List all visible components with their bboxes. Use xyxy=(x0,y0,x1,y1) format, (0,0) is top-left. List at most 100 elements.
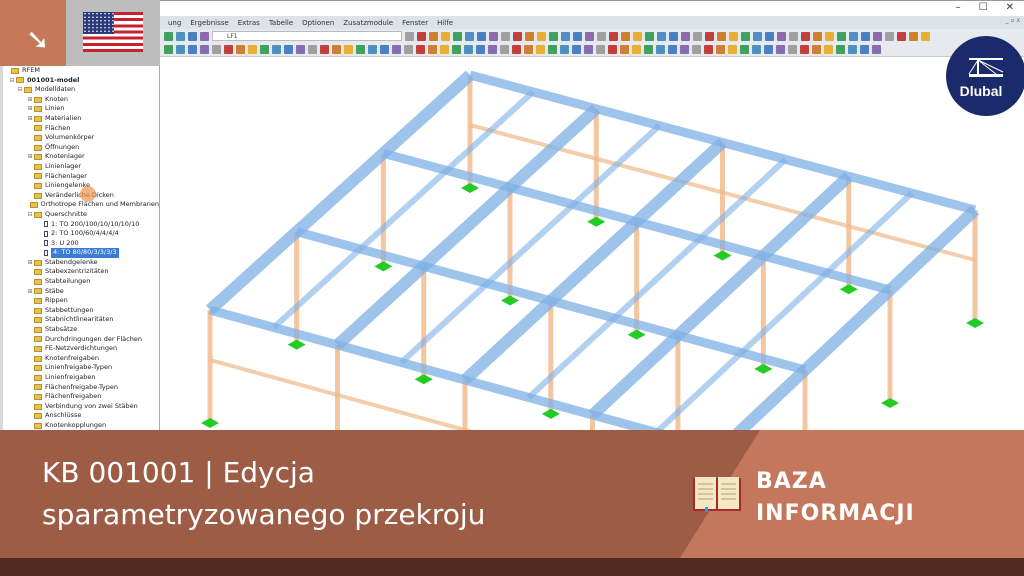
maximize-button[interactable]: ☐ xyxy=(979,2,988,13)
menu-item[interactable]: Zusatzmodule xyxy=(343,19,393,27)
tree-item[interactable]: ⊞ Knoten xyxy=(3,95,159,105)
menu-item[interactable]: Optionen xyxy=(302,19,334,27)
toolbar-icon[interactable] xyxy=(788,45,797,54)
main-beam[interactable] xyxy=(205,70,475,315)
nodal-support[interactable] xyxy=(461,183,479,193)
tree-item[interactable]: Flächenfreigabe-Typen xyxy=(3,383,159,393)
toolbar-icon[interactable] xyxy=(417,31,426,41)
toolbar-icon[interactable] xyxy=(477,31,486,41)
toolbar-icon[interactable] xyxy=(705,31,714,41)
toolbar-icon[interactable] xyxy=(764,45,773,54)
tree-item[interactable]: ⊞ Linien xyxy=(3,104,159,114)
toolbar-icon[interactable] xyxy=(176,45,185,54)
nodal-support[interactable] xyxy=(881,398,899,408)
tree-section[interactable]: 2: TO 100/60/4/4/4/4 xyxy=(3,229,159,239)
toolbar-icon[interactable] xyxy=(548,45,557,54)
expand-icon[interactable]: ⊟ xyxy=(27,210,33,220)
toolbar-icon[interactable] xyxy=(440,45,449,54)
toolbar-icon[interactable] xyxy=(380,45,389,54)
toolbar-icon[interactable] xyxy=(429,31,438,41)
toolbar-icon[interactable] xyxy=(668,45,677,54)
toolbar-icon[interactable] xyxy=(812,45,821,54)
toolbar-icon[interactable] xyxy=(452,45,461,54)
toolbar-icon[interactable] xyxy=(860,45,869,54)
toolbar-icon[interactable] xyxy=(632,45,641,54)
tree-item[interactable]: Flächenfreigaben xyxy=(3,392,159,402)
toolbar-icon[interactable] xyxy=(909,31,918,41)
tree-item[interactable]: ⊞ Stabendgelenke xyxy=(3,258,159,268)
tree-model[interactable]: ⊟ 001001-model xyxy=(3,76,159,86)
menu-item[interactable]: Hilfe xyxy=(437,19,453,27)
toolbar-icon[interactable] xyxy=(464,45,473,54)
toolbar-icon[interactable] xyxy=(633,31,642,41)
toolbar-icon[interactable] xyxy=(680,45,689,54)
toolbar-icon[interactable] xyxy=(537,31,546,41)
expand-icon[interactable]: ⊟ xyxy=(9,76,15,86)
toolbar-icon[interactable] xyxy=(849,31,858,41)
toolbar-icon[interactable] xyxy=(824,45,833,54)
toolbar-icon[interactable] xyxy=(716,45,725,54)
toolbar-icon[interactable] xyxy=(644,45,653,54)
toolbar-icon[interactable] xyxy=(728,45,737,54)
toolbar-icon[interactable] xyxy=(236,45,245,54)
close-button[interactable]: ✕ xyxy=(1006,2,1014,13)
toolbar-icon[interactable] xyxy=(609,31,618,41)
tree-item[interactable]: Stabteilungen xyxy=(3,277,159,287)
nodal-support[interactable] xyxy=(201,418,219,428)
toolbar-icon[interactable] xyxy=(669,31,678,41)
tree-item[interactable]: ⊞ Knotenlager xyxy=(3,152,159,162)
toolbar-icon[interactable] xyxy=(765,31,774,41)
toolbar-icon[interactable] xyxy=(368,45,377,54)
menu-item[interactable]: Extras xyxy=(238,19,260,27)
toolbar-icon[interactable] xyxy=(621,31,630,41)
toolbar-icon[interactable] xyxy=(692,45,701,54)
toolbar-icon[interactable] xyxy=(800,45,809,54)
tree-item[interactable]: Öffnungen xyxy=(3,143,159,153)
menu-item[interactable]: Tabelle xyxy=(269,19,293,27)
toolbar-icon[interactable] xyxy=(524,45,533,54)
tree-group[interactable]: ⊟ Modelldaten xyxy=(3,85,159,95)
expand-icon[interactable]: ⊞ xyxy=(27,152,33,162)
toolbar-icon[interactable] xyxy=(164,31,173,41)
toolbar-icon[interactable] xyxy=(188,45,197,54)
tree-item[interactable]: Durchdringungen der Flächen xyxy=(3,335,159,345)
toolbar-icon[interactable] xyxy=(164,45,173,54)
tree-item[interactable]: Anschlüsse xyxy=(3,411,159,421)
toolbar-icon[interactable] xyxy=(741,31,750,41)
back-arrow-tile[interactable]: ➘ xyxy=(0,0,66,66)
toolbar-icon[interactable] xyxy=(848,45,857,54)
toolbar-icon[interactable] xyxy=(801,31,810,41)
toolbar-icon[interactable] xyxy=(404,45,413,54)
toolbar-icon[interactable] xyxy=(693,31,702,41)
nodal-support[interactable] xyxy=(839,284,858,295)
toolbar-icon[interactable] xyxy=(489,31,498,41)
tree-section[interactable]: 3: U 200 xyxy=(3,239,159,249)
tree-item[interactable]: ⊞ Stäbe xyxy=(3,287,159,297)
nodal-support[interactable] xyxy=(501,295,519,306)
menu-item[interactable]: ung xyxy=(168,19,181,27)
3d-frame-model[interactable] xyxy=(161,57,1024,568)
tree-item[interactable]: Orthotrope Flächen und Membranen xyxy=(3,200,159,210)
tree-item[interactable]: Stabexzentrizitäten xyxy=(3,267,159,277)
main-beam[interactable] xyxy=(333,104,601,350)
toolbar-icon[interactable] xyxy=(441,31,450,41)
toolbar-icon[interactable] xyxy=(561,31,570,41)
nodal-support[interactable] xyxy=(966,318,984,328)
toolbar-icon[interactable] xyxy=(284,45,293,54)
toolbar-icon[interactable] xyxy=(813,31,822,41)
toolbar-icon[interactable] xyxy=(740,45,749,54)
toolbar-icon[interactable] xyxy=(921,31,930,41)
toolbar-icon[interactable] xyxy=(224,45,233,54)
tree-item[interactable]: Knotenfreigaben xyxy=(3,354,159,364)
toolbar-icon[interactable] xyxy=(753,31,762,41)
mdi-controls[interactable]: _ ▫ x xyxy=(1006,17,1020,24)
toolbar-icon[interactable] xyxy=(608,45,617,54)
toolbar-icon[interactable] xyxy=(776,45,785,54)
toolbar-icon[interactable] xyxy=(645,31,654,41)
toolbar-icon[interactable] xyxy=(272,45,281,54)
toolbar-icon[interactable] xyxy=(320,45,329,54)
nodal-support[interactable] xyxy=(287,339,306,350)
tree-item[interactable]: Linienfreigaben xyxy=(3,373,159,383)
toolbar-icon[interactable] xyxy=(789,31,798,41)
toolbar-icon[interactable] xyxy=(416,45,425,54)
